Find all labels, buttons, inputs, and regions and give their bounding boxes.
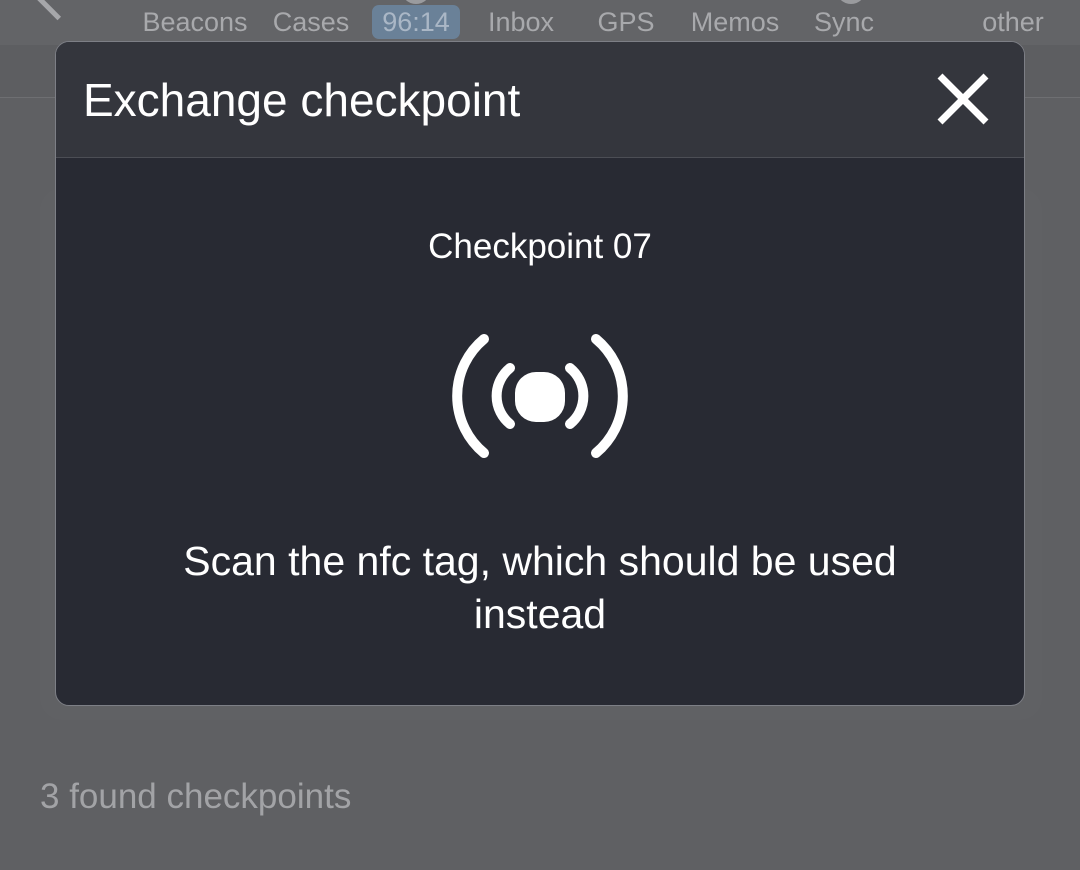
beacons-tab-icon: [180, 0, 210, 4]
scan-instruction-text: Scan the nfc tag, which should be used i…: [183, 538, 897, 637]
tab-beacons[interactable]: Beacons: [130, 0, 260, 45]
dialog-title: Exchange checkpoint: [83, 74, 521, 126]
close-button[interactable]: [930, 66, 996, 132]
tab-other-label: other: [982, 7, 1044, 37]
exchange-checkpoint-dialog: Exchange checkpoint Checkpoint 07 Scan t…: [55, 41, 1025, 706]
timer-tab-icon: [401, 0, 431, 4]
tab-beacons-label: Beacons: [142, 7, 248, 37]
checkpoint-name: Checkpoint 07: [428, 227, 652, 266]
tab-sync-label: Sync: [813, 7, 875, 37]
sync-tab-icon: [836, 0, 866, 4]
tab-cases[interactable]: Cases: [262, 0, 360, 45]
tab-gps[interactable]: GPS: [588, 0, 664, 45]
dialog-header: Exchange checkpoint: [56, 42, 1024, 158]
tab-inbox-label: Inbox: [487, 7, 555, 37]
tab-sync[interactable]: Sync: [806, 0, 882, 45]
tab-other[interactable]: other: [968, 0, 1058, 45]
tab-timer[interactable]: 96:14: [370, 0, 462, 45]
top-navigation-bar: Beacons Cases 96:14 Inbox GPS Memos Sync…: [0, 0, 1080, 45]
back-chevron-icon[interactable]: [32, 0, 83, 21]
tab-memos-label: Memos: [690, 7, 780, 37]
tab-gps-label: GPS: [597, 7, 655, 37]
found-checkpoints-count: 3 found checkpoints: [40, 777, 352, 816]
tab-inbox[interactable]: Inbox: [474, 0, 568, 45]
tab-cases-label: Cases: [272, 7, 350, 37]
tab-memos[interactable]: Memos: [680, 0, 790, 45]
timer-badge: 96:14: [372, 5, 460, 39]
nfc-scan-icon: [452, 334, 628, 458]
close-icon: [937, 73, 989, 125]
